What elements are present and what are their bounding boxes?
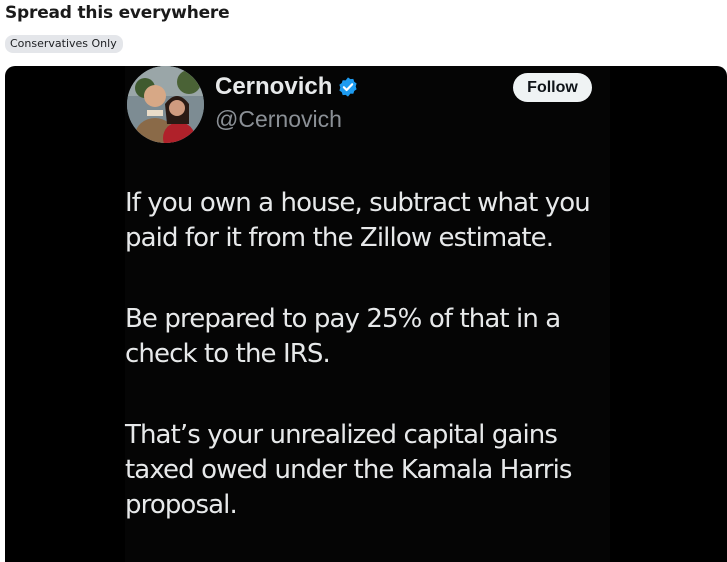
name-row: Cernovich [215, 72, 359, 102]
tweet-line: That’s your unrealized capital gains [125, 420, 558, 450]
post-image[interactable]: Cernovich @Cernovich Follow If you own a… [5, 66, 727, 562]
verified-badge-icon [339, 77, 357, 97]
tweet-line: check to the IRS. [125, 339, 331, 369]
tweet-line: taxed owed under the Kamala Harris [125, 455, 572, 485]
group-chip[interactable]: Conservatives Only [5, 35, 123, 53]
tweet-paragraph-3: That’s your unrealized capital gains tax… [125, 418, 615, 523]
tweet-line: Be prepared to pay 25% of that in a [125, 304, 561, 334]
post-title: Spread this everywhere [5, 3, 230, 23]
tweet-line: paid for it from the Zillow estimate. [125, 223, 554, 253]
handle[interactable]: @Cernovich [215, 106, 342, 133]
avatar-photo [127, 66, 204, 143]
display-name[interactable]: Cernovich [215, 73, 332, 101]
follow-button[interactable]: Follow [513, 73, 592, 102]
avatar [127, 66, 204, 143]
tweet-screenshot: Cernovich @Cernovich Follow If you own a… [125, 66, 610, 562]
tweet-line: If you own a house, subtract what you [125, 188, 591, 218]
tweet-paragraph-1: If you own a house, subtract what you pa… [125, 186, 615, 256]
tweet-paragraph-2: Be prepared to pay 25% of that in a chec… [125, 302, 615, 372]
tweet-line: proposal. [125, 490, 238, 520]
